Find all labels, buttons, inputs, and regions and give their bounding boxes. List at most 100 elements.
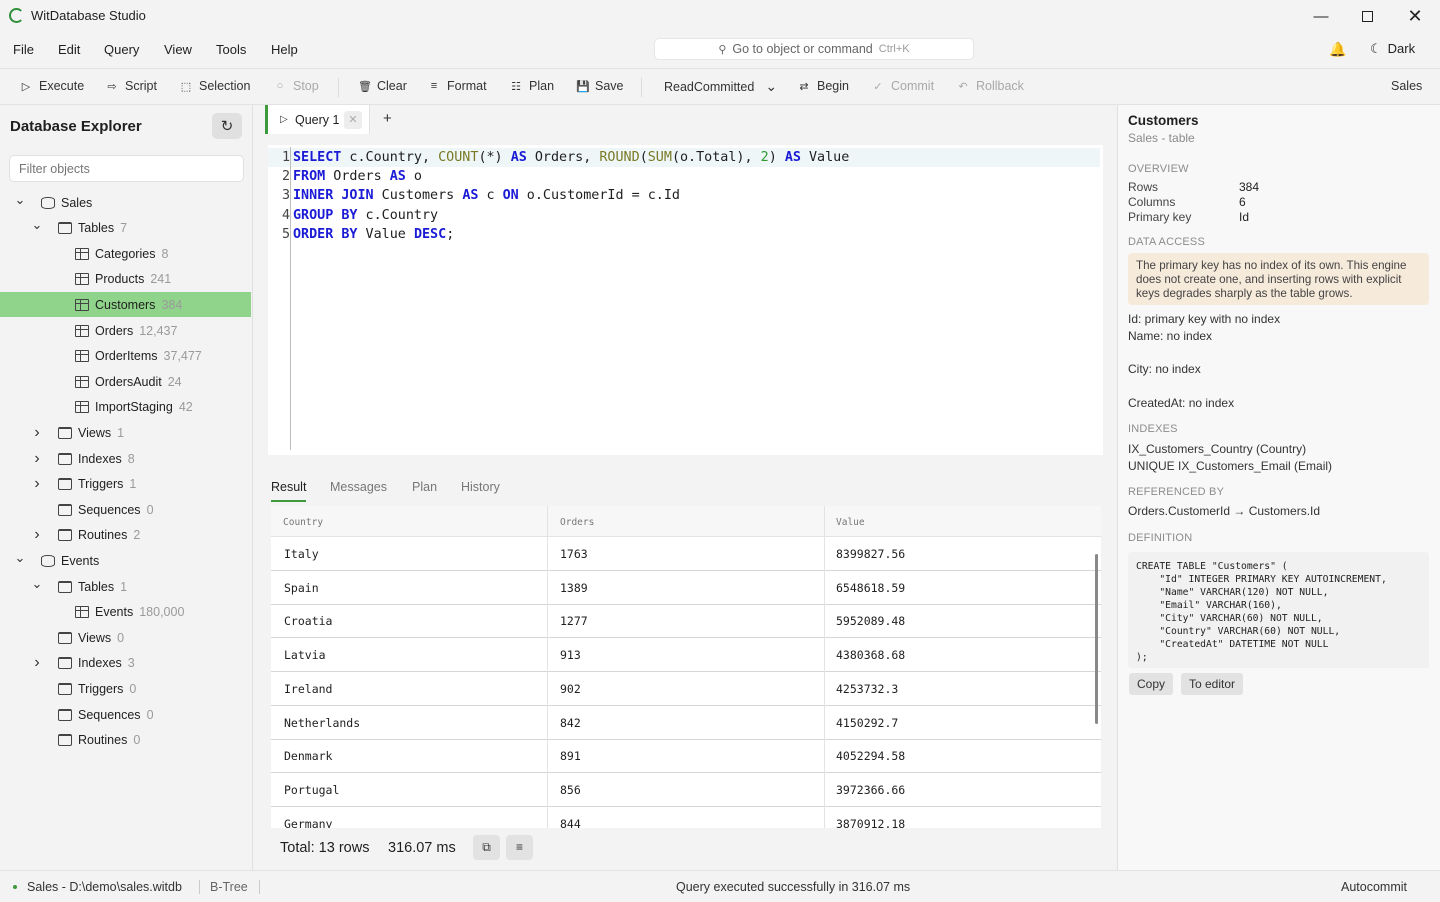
copy-results-button[interactable]: ⧉ xyxy=(473,835,500,860)
tree-item-ordersaudit[interactable]: OrdersAudit 24 xyxy=(0,369,251,394)
tab-plan[interactable]: Plan xyxy=(412,480,437,494)
table-cell[interactable]: 4380368.68 xyxy=(836,648,905,662)
table-row[interactable]: Italy 1763 8399827.56 xyxy=(271,537,1101,571)
table-row[interactable]: Germany 844 3870912.18 xyxy=(271,807,1101,828)
tree-item-tables[interactable]: ⌄ Tables 7 xyxy=(0,216,251,241)
save-button[interactable]: 💾 Save xyxy=(576,79,624,93)
table-row[interactable]: Portugal 856 3972366.66 xyxy=(271,773,1101,807)
isolation-level-select[interactable]: ReadCommitted ⌄ xyxy=(664,78,777,95)
close-tab-icon[interactable]: ✕ xyxy=(344,110,362,129)
tree-item-routines[interactable]: › Routines 2 xyxy=(0,523,251,548)
minimize-icon[interactable]: — xyxy=(1298,0,1344,32)
maximize-icon[interactable] xyxy=(1344,0,1390,32)
table-cell[interactable]: 844 xyxy=(560,817,581,828)
chevron-right-icon[interactable]: › xyxy=(31,450,43,468)
chevron-right-icon[interactable]: › xyxy=(31,475,43,493)
add-tab-button[interactable]: + xyxy=(383,110,392,127)
tree-item-sales[interactable]: ⌄ Sales xyxy=(0,190,251,215)
table-cell[interactable]: 902 xyxy=(560,682,581,696)
table-cell[interactable]: 842 xyxy=(560,716,581,730)
rollback-button[interactable]: ↶ Rollback xyxy=(957,79,1024,93)
command-search[interactable]: ⚲ Go to object or command Ctrl+K xyxy=(654,38,974,60)
script-button[interactable]: ⇨ Script xyxy=(106,79,157,93)
chevron-right-icon[interactable]: › xyxy=(31,654,43,672)
tree-item-views[interactable]: Views 0 xyxy=(0,625,251,650)
column-header-value[interactable]: Value xyxy=(836,517,865,528)
table-cell[interactable]: 3972366.66 xyxy=(836,783,905,797)
table-cell[interactable]: 8399827.56 xyxy=(836,547,905,561)
tree-item-importstaging[interactable]: ImportStaging 42 xyxy=(0,395,251,420)
selection-button[interactable]: ⬚ Selection xyxy=(180,79,251,93)
table-cell[interactable]: 891 xyxy=(560,749,581,763)
table-cell[interactable]: Croatia xyxy=(284,614,332,628)
table-cell[interactable]: 5952089.48 xyxy=(836,614,905,628)
plan-button[interactable]: ☷ Plan xyxy=(510,79,554,93)
execute-button[interactable]: ▷ Execute xyxy=(20,79,84,93)
table-row[interactable]: Ireland 902 4253732.3 xyxy=(271,672,1101,706)
tree-item-triggers[interactable]: › Triggers 1 xyxy=(0,472,251,497)
table-cell[interactable]: Germany xyxy=(284,817,332,828)
tree-item-tables[interactable]: ⌄ Tables 1 xyxy=(0,574,251,599)
notification-bell-icon[interactable]: 🔔 xyxy=(1329,41,1346,58)
tab-messages[interactable]: Messages xyxy=(330,480,387,494)
code-line[interactable]: 2 FROM Orders AS o xyxy=(268,167,1100,186)
chevron-down-icon[interactable]: ⌄ xyxy=(14,550,26,566)
menu-view[interactable]: View xyxy=(164,42,192,57)
table-row[interactable]: Latvia 913 4380368.68 xyxy=(271,638,1101,673)
reference-item[interactable]: Orders.CustomerId → Customers.Id xyxy=(1128,504,1320,518)
code-line[interactable]: 1 SELECT c.Country, COUNT(*) AS Orders, R… xyxy=(268,148,1100,167)
stop-button[interactable]: ○ Stop xyxy=(274,79,319,93)
menu-tools[interactable]: Tools xyxy=(216,42,246,57)
tab-history[interactable]: History xyxy=(461,480,500,494)
tree-item-products[interactable]: Products 241 xyxy=(0,267,251,292)
table-cell[interactable]: Italy xyxy=(284,547,319,561)
tree-item-indexes[interactable]: › Indexes 8 xyxy=(0,446,251,471)
tree-item-orderitems[interactable]: OrderItems 37,477 xyxy=(0,344,251,369)
chevron-right-icon[interactable]: › xyxy=(31,424,43,442)
table-cell[interactable]: 6548618.59 xyxy=(836,581,905,595)
tree-item-customers[interactable]: Customers 384 xyxy=(0,292,251,318)
table-cell[interactable]: 1277 xyxy=(560,614,588,628)
tree-item-sequences[interactable]: Sequences 0 xyxy=(0,702,251,727)
tree-item-views[interactable]: › Views 1 xyxy=(0,420,251,445)
table-row[interactable]: Spain 1389 6548618.59 xyxy=(271,571,1101,605)
commit-button[interactable]: ✓ Commit xyxy=(872,79,934,93)
table-row[interactable]: Netherlands 842 4150292.7 xyxy=(271,706,1101,740)
table-cell[interactable]: Portugal xyxy=(284,783,339,797)
table-cell[interactable]: 1389 xyxy=(560,581,588,595)
close-icon[interactable]: ✕ xyxy=(1392,0,1438,32)
table-cell[interactable]: 4052294.58 xyxy=(836,749,905,763)
tree-item-triggers[interactable]: Triggers 0 xyxy=(0,676,251,701)
table-cell[interactable]: 913 xyxy=(560,648,581,662)
copy-button[interactable]: Copy xyxy=(1129,673,1174,695)
clear-button[interactable]: 🗑 Clear xyxy=(358,79,407,93)
table-cell[interactable]: Denmark xyxy=(284,749,332,763)
menu-query[interactable]: Query xyxy=(104,42,139,57)
table-cell[interactable]: 1763 xyxy=(560,547,588,561)
table-cell[interactable]: 856 xyxy=(560,783,581,797)
column-header-country[interactable]: Country xyxy=(283,517,323,528)
tree-item-orders[interactable]: Orders 12,437 xyxy=(0,318,251,343)
tab-result[interactable]: Result xyxy=(271,480,307,502)
code-line[interactable]: 5 ORDER BY Value DESC; xyxy=(268,225,1100,244)
table-row[interactable]: Croatia 1277 5952089.48 xyxy=(271,604,1101,639)
grid-scrollbar[interactable] xyxy=(1095,554,1098,724)
code-line[interactable]: 4 GROUP BY c.Country xyxy=(268,206,1100,225)
table-cell[interactable]: Ireland xyxy=(284,682,332,696)
format-button[interactable]: ≡ Format xyxy=(428,79,487,93)
tree-item-routines[interactable]: Routines 0 xyxy=(0,728,251,753)
filter-input[interactable] xyxy=(9,155,244,182)
chevron-down-icon[interactable]: ⌄ xyxy=(31,576,43,592)
tree-item-events[interactable]: Events 180,000 xyxy=(0,600,251,625)
to-editor-button[interactable]: To editor xyxy=(1181,673,1244,695)
tree-item-categories[interactable]: Categories 8 xyxy=(0,241,251,266)
table-cell[interactable]: Netherlands xyxy=(284,716,360,730)
chevron-right-icon[interactable]: › xyxy=(31,526,43,544)
code-line[interactable]: 3 INNER JOIN Customers AS c ON o.Customer… xyxy=(268,186,1100,205)
export-results-button[interactable]: ≡ xyxy=(506,835,533,860)
column-header-orders[interactable]: Orders xyxy=(560,517,594,528)
table-cell[interactable]: 4253732.3 xyxy=(836,682,898,696)
menu-file[interactable]: File xyxy=(13,42,34,57)
theme-toggle[interactable]: ☾ Dark xyxy=(1370,41,1415,57)
table-cell[interactable]: Spain xyxy=(284,581,319,595)
